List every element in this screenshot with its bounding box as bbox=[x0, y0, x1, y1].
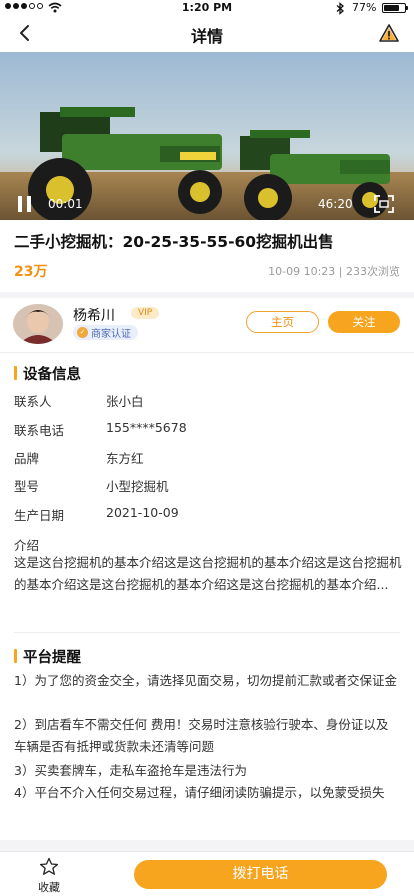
video-current-time: 00:01 bbox=[48, 197, 83, 211]
info-value: 155****5678 bbox=[106, 420, 187, 435]
star-icon bbox=[39, 857, 59, 875]
seller-name: 杨希川 bbox=[73, 308, 115, 324]
info-value: 小型挖掘机 bbox=[106, 479, 169, 494]
info-value: 张小白 bbox=[106, 394, 144, 409]
info-label: 品牌 bbox=[14, 451, 40, 466]
video-controls: 00:01 46:20 bbox=[0, 188, 414, 220]
video-player[interactable]: 00:01 46:20 bbox=[0, 52, 414, 220]
battery-percent: 77% bbox=[352, 1, 377, 14]
battery-icon bbox=[382, 3, 408, 13]
info-label: 生产日期 bbox=[14, 508, 65, 523]
warning-triangle-icon[interactable] bbox=[378, 22, 400, 44]
reminder-section-title: 平台提醒 bbox=[14, 646, 81, 667]
bluetooth-icon bbox=[336, 2, 344, 15]
info-label: 联系人 bbox=[14, 394, 52, 409]
call-button[interactable]: 拨打电话 bbox=[134, 860, 387, 889]
detail-card: 杨希川 VIP ✓ 商家认证 主页 关注 设备信息 联系人 张小白 联系电话 1… bbox=[0, 298, 414, 840]
fullscreen-icon[interactable] bbox=[374, 195, 394, 213]
status-bar: 1:20 PM 77% bbox=[0, 0, 414, 16]
divider bbox=[0, 352, 414, 353]
info-value: 东方红 bbox=[106, 451, 144, 466]
cert-label: 商家认证 bbox=[91, 329, 131, 340]
video-duration: 46:20 bbox=[318, 197, 353, 211]
page-title: 详情 bbox=[190, 27, 223, 46]
favorite-label: 收藏 bbox=[38, 881, 60, 894]
reminder-item: 1）为了您的资金交全，请选择见面交易，切勿提前汇款或者交保证金 bbox=[14, 673, 397, 688]
bottom-action-bar: 收藏 拨打电话 bbox=[0, 851, 414, 896]
listing-meta: 10-09 10:23 | 233次浏览 bbox=[268, 265, 400, 278]
listing-card: 二手小挖掘机：20-25-35-55-60挖掘机出售 23万 10-09 10:… bbox=[0, 220, 414, 292]
certified-icon: ✓ bbox=[77, 327, 88, 338]
info-value: 2021-10-09 bbox=[106, 505, 179, 520]
avatar[interactable] bbox=[13, 304, 63, 344]
favorite-button[interactable]: 收藏 bbox=[32, 857, 66, 894]
pause-icon[interactable] bbox=[18, 196, 32, 212]
reminder-item: 3）买卖套牌车，走私车盗抢车是违法行为 bbox=[14, 763, 247, 778]
intro-text: 这是这台挖掘机的基本介绍这是这台挖掘机的基本介绍这是这台挖掘机的基本介绍这是这台… bbox=[14, 555, 402, 592]
merchant-cert-badge: ✓ 商家认证 bbox=[73, 325, 138, 340]
equipment-section-title: 设备信息 bbox=[14, 363, 81, 384]
listing-price: 23万 bbox=[14, 264, 48, 280]
info-label: 型号 bbox=[14, 479, 40, 494]
nav-bar: 详情 bbox=[0, 16, 414, 52]
divider bbox=[14, 632, 400, 633]
reminder-item: 2）到店看车不需交任何 费用！交易时注意核验行驶本、身份证以及车辆是否有抵押或货… bbox=[14, 717, 389, 754]
home-button[interactable]: 主页 bbox=[246, 311, 319, 333]
info-label: 联系电话 bbox=[14, 423, 65, 438]
reminder-item: 4）平台不介入任何交易过程，请仔细闭读防骗提示，以免蒙受损失 bbox=[14, 785, 385, 800]
listing-title: 二手小挖掘机：20-25-35-55-60挖掘机出售 bbox=[14, 233, 334, 251]
vip-badge: VIP bbox=[131, 307, 160, 319]
follow-button[interactable]: 关注 bbox=[328, 311, 400, 333]
